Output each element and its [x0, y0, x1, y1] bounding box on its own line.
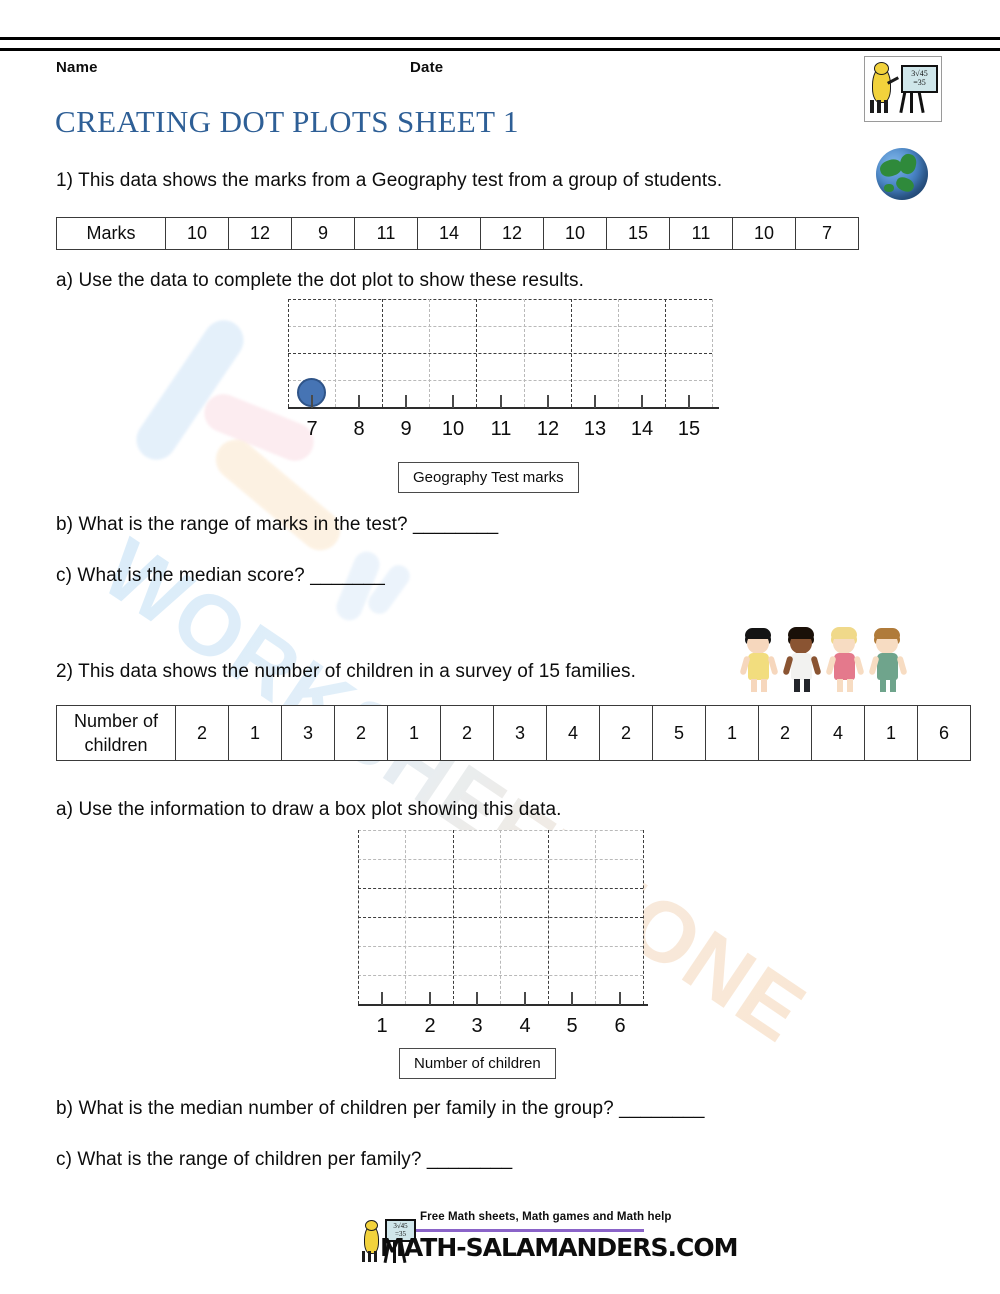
table-cell: 4: [546, 705, 600, 761]
table-cell: 9: [291, 217, 355, 250]
tick-label: 11: [490, 418, 512, 440]
child-figure: [782, 625, 822, 693]
four-children-holding-hands-clipart: [739, 623, 910, 693]
table-cell: 3: [493, 705, 547, 761]
table-cell: 11: [354, 217, 418, 250]
question-2b-prompt: b) What is the median number of children…: [56, 1098, 705, 1119]
table-cell: 2: [175, 705, 229, 761]
tick-label: 10: [441, 418, 465, 440]
table-cell: 1: [228, 705, 282, 761]
child-figure: [825, 625, 865, 693]
table-cell: 4: [811, 705, 865, 761]
tick-label: 6: [614, 1015, 626, 1037]
table-cell: 2: [334, 705, 388, 761]
table-row: Marks 10 12 9 11 14 12 10 15 11 10 7: [56, 217, 859, 250]
geography-dot-plot: 7 8 9 10 11 12 13 14 15 Geography Test m…: [288, 299, 719, 493]
table-cell: 10: [165, 217, 229, 250]
footer-divider: [416, 1229, 644, 1232]
table-cell: 10: [732, 217, 796, 250]
x-axis-line: [288, 407, 719, 409]
plot-grid: [288, 299, 713, 407]
tick-label: 14: [630, 418, 654, 440]
children-box-plot-grid: 1 2 3 4 5 6 Number of children: [358, 830, 648, 1079]
footer: 3√45 =35 Free Math sheets, Math games and…: [358, 1207, 738, 1269]
table-cell: 12: [480, 217, 544, 250]
question-2a-prompt: a) Use the information to draw a box plo…: [56, 799, 562, 820]
date-label: Date: [410, 59, 444, 76]
tick-label: 13: [583, 418, 607, 440]
table-cell: 12: [228, 217, 292, 250]
x-axis-title: Number of children: [399, 1048, 556, 1079]
table-row: Number of children 2 1 3 2 1 2 3 4 2 5 1…: [56, 705, 971, 761]
plot-grid: [358, 830, 644, 1005]
question-2-prompt: 2) This data shows the number of childre…: [56, 661, 636, 682]
worksheet-page: WORKSHEETZONE Name Date CREATING DOT PLO…: [0, 0, 1000, 1294]
table-cell: 2: [599, 705, 653, 761]
x-axis-tick-labels: 7 8 9 10 11 12 13 14 15: [288, 418, 719, 444]
tick-label: 1: [376, 1015, 388, 1037]
child-figure: [739, 625, 779, 693]
children-row-label: Number of children: [56, 705, 176, 761]
x-axis-title: Geography Test marks: [398, 462, 579, 493]
footer-domain[interactable]: MATH-SALAMANDERS.COM: [380, 1233, 738, 1262]
table-cell: 1: [864, 705, 918, 761]
question-1c-prompt: c) What is the median score? _______: [56, 565, 385, 586]
children-row-label-line2: children: [84, 735, 148, 755]
tick-label: 9: [400, 418, 412, 440]
header-divider-rule: [0, 37, 1000, 51]
page-title: CREATING DOT PLOTS SHEET 1: [55, 104, 519, 139]
tick-label: 8: [353, 418, 365, 440]
x-axis-line: [358, 1004, 648, 1006]
table-cell: 5: [652, 705, 706, 761]
children-data-table: Number of children 2 1 3 2 1 2 3 4 2 5 1…: [56, 705, 971, 761]
earth-globe-icon: [876, 148, 928, 200]
table-cell: 2: [440, 705, 494, 761]
marks-data-table: Marks 10 12 9 11 14 12 10 15 11 10 7: [56, 217, 859, 250]
question-2c-prompt: c) What is the range of children per fam…: [56, 1149, 513, 1170]
table-cell: 1: [705, 705, 759, 761]
tick-label: 3: [471, 1015, 483, 1037]
tick-label: 15: [677, 418, 701, 440]
tick-label: 12: [536, 418, 560, 440]
question-1-prompt: 1) This data shows the marks from a Geog…: [56, 170, 723, 191]
tick-label: 7: [306, 418, 318, 440]
question-1b-prompt: b) What is the range of marks in the tes…: [56, 514, 499, 535]
table-cell: 15: [606, 217, 670, 250]
table-cell: 1: [387, 705, 441, 761]
table-cell: 3: [281, 705, 335, 761]
table-cell: 11: [669, 217, 733, 250]
table-cell: 14: [417, 217, 481, 250]
table-cell: 10: [543, 217, 607, 250]
tick-label: 4: [519, 1015, 531, 1037]
x-axis-tick-labels: 1 2 3 4 5 6: [358, 1015, 648, 1041]
child-figure: [868, 625, 908, 693]
tick-label: 2: [424, 1015, 436, 1037]
name-label: Name: [56, 59, 98, 76]
children-row-label-line1: Number of: [73, 710, 159, 731]
table-cell: 2: [758, 705, 812, 761]
tick-label: 5: [566, 1015, 578, 1037]
table-cell: 7: [795, 217, 859, 250]
question-1a-prompt: a) Use the data to complete the dot plot…: [56, 270, 585, 291]
logo-board-text: 3√45 =35: [911, 69, 928, 87]
footer-tagline: Free Math sheets, Math games and Math he…: [420, 1211, 672, 1223]
marks-row-label: Marks: [56, 217, 166, 250]
salamander-blackboard-logo: 3√45 =35: [864, 56, 942, 122]
table-cell: 6: [917, 705, 971, 761]
